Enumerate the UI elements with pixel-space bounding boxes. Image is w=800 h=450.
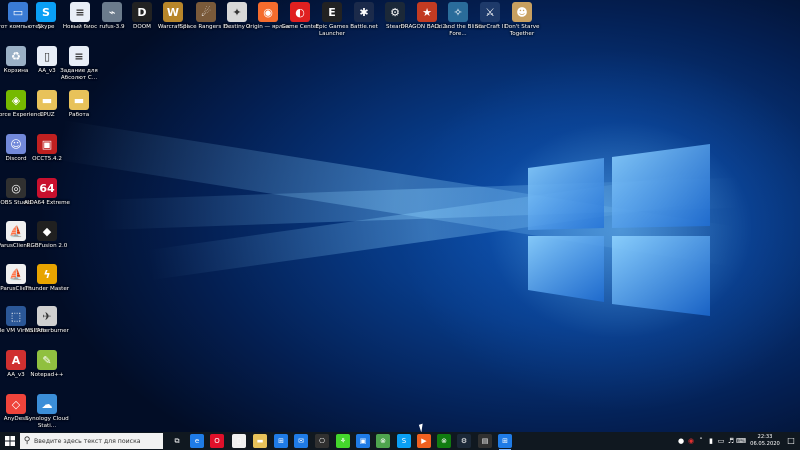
desktop-icon-label: Notepad++ — [30, 372, 64, 378]
desktop-icon-label: OCCT5.4.2 — [32, 156, 62, 162]
clock[interactable]: 22:33 06.05.2020 — [748, 434, 782, 447]
windows-logo-wallpaper — [528, 144, 710, 316]
taskbar-app-photos[interactable]: ▣ — [356, 434, 370, 448]
taskbar-app-terminal[interactable]: ▤ — [478, 434, 492, 448]
desktop-icon[interactable]: ▣ OCCT5.4.2 — [17, 134, 77, 178]
taskbar-app-tablet[interactable]: ▯ — [232, 434, 246, 448]
desktop-icon[interactable]: ◆ RGBFusion 2.0 — [17, 221, 77, 265]
msi-afterburner-icon: ✈ — [37, 306, 57, 326]
store-icon: ⊞ — [278, 437, 284, 445]
thunder-master-icon: ϟ — [37, 264, 57, 284]
desktop-icon[interactable]: ≡ Задание для Абсолют С... — [49, 46, 109, 90]
razer-icon: ⚘ — [339, 437, 347, 445]
taskbar-app-edge[interactable]: e — [190, 434, 204, 448]
antivirus-icon[interactable]: ◉ — [686, 437, 696, 445]
gamepad-icon: ⎔ — [318, 437, 326, 445]
folder-icon: ▬ — [69, 90, 89, 110]
aida64-icon: 64 — [37, 178, 57, 198]
search-icon: ⚲ — [23, 436, 31, 446]
language-icon[interactable]: ⌨ — [736, 437, 746, 445]
desktop-icon-label: RGBFusion 2.0 — [26, 243, 68, 249]
synology-icon: ☁ — [37, 394, 57, 414]
terminal-icon: ▤ — [481, 437, 489, 445]
desktop-icon[interactable]: ▬ Работа — [49, 90, 109, 134]
edge-icon: e — [194, 437, 200, 445]
taskbar: ⚲ ⧉ e O ▯ ▬ ⊞ ✉ ⎔ ⚘ ▣ ⊗ S ▶ ⊗ ⚙ ▤ ⊞ ● ◉ ˄ ▮ ▭ ♬ ⌨ 22:33 … — [0, 432, 800, 450]
taskbar-app-razer[interactable]: ⚘ — [336, 434, 350, 448]
desktop-icon[interactable]: ✎ Notepad++ — [17, 350, 77, 394]
task-view-icon: ⧉ — [174, 436, 180, 445]
xbox-icon: ⊗ — [380, 437, 386, 445]
taskbar-app-skype[interactable]: S — [397, 434, 411, 448]
search-input[interactable] — [34, 437, 154, 445]
desktop-icon-label: Synology Cloud Stati... — [25, 416, 69, 429]
taskbar-app-media[interactable]: ▶ — [417, 434, 431, 448]
desktop-icon-label: Don't Starve Together — [504, 24, 540, 37]
desktop-icon[interactable]: ✈ MSI Afterburner — [17, 306, 77, 350]
taskbar-app-task-view[interactable]: ⧉ — [170, 434, 184, 448]
start-button[interactable] — [0, 432, 20, 450]
notification-center-icon[interactable]: □ — [786, 436, 796, 446]
battery-icon[interactable]: ▮ — [706, 437, 716, 445]
taskbar-app-store[interactable]: ⊞ — [274, 434, 288, 448]
desktop-icon-label: Thunder Master — [24, 286, 70, 292]
file-explorer-icon: ▬ — [256, 437, 264, 445]
store-icon: ⊞ — [502, 437, 508, 445]
desktop-icon-label: MSI Afterburner — [25, 328, 69, 334]
dont-starve-icon: ☻ — [512, 2, 532, 22]
opera-icon: O — [214, 437, 220, 445]
chevron-up-icon[interactable]: ˄ — [696, 437, 706, 445]
mouse-cursor — [418, 423, 426, 432]
occt-icon: ▣ — [37, 134, 57, 154]
desktop-icon-label: AIDA64 Extreme — [24, 200, 70, 206]
mail-icon: ✉ — [298, 437, 304, 445]
desktop-icon[interactable]: ☁ Synology Cloud Stati... — [17, 394, 77, 432]
photos-icon: ▣ — [359, 437, 367, 445]
desktop: ▭Этот компьютерSSkype≡Новый биос⌁rufus-3… — [0, 0, 800, 432]
taskbar-app-xbox[interactable]: ⊗ — [376, 434, 390, 448]
taskbar-app-steam[interactable]: ⚙ — [457, 434, 471, 448]
taskbar-app-store-app[interactable]: ⊞ — [498, 434, 512, 450]
skype-icon: S — [401, 437, 407, 445]
clock-date: 06.05.2020 — [750, 440, 780, 447]
notepadpp-icon: ✎ — [37, 350, 57, 370]
xbox-icon: ⊗ — [441, 437, 447, 445]
taskbar-app-mail[interactable]: ✉ — [294, 434, 308, 448]
people-icon[interactable]: ● — [676, 437, 686, 445]
media-icon: ▶ — [421, 437, 427, 445]
taskbar-app-xbox-app[interactable]: ⊗ — [437, 434, 451, 448]
taskbar-app-file-explorer[interactable]: ▬ — [253, 434, 267, 448]
desktop-icon[interactable]: 64 AIDA64 Extreme — [17, 178, 77, 222]
desktop-icon-label: Работа — [68, 112, 90, 118]
system-tray: ● ◉ ˄ ▮ ▭ ♬ ⌨ — [676, 432, 746, 450]
desktop-icon-label: Задание для Абсолют С... — [60, 68, 98, 81]
desktop-icon[interactable]: ϟ Thunder Master — [17, 264, 77, 308]
document-icon: ≡ — [69, 46, 89, 66]
taskbar-app-game[interactable]: ⎔ — [315, 434, 329, 448]
windows-start-icon — [5, 436, 15, 446]
desktop-icon[interactable]: ☻ Don't Starve Together — [492, 2, 552, 46]
tablet-icon: ▯ — [237, 437, 241, 445]
network-icon[interactable]: ▭ — [716, 437, 726, 445]
taskbar-search-box[interactable]: ⚲ — [20, 433, 163, 449]
steam-icon: ⚙ — [460, 437, 468, 445]
taskbar-app-opera[interactable]: O — [210, 434, 224, 448]
volume-icon[interactable]: ♬ — [726, 437, 736, 445]
rgb-fusion-icon: ◆ — [37, 221, 57, 241]
